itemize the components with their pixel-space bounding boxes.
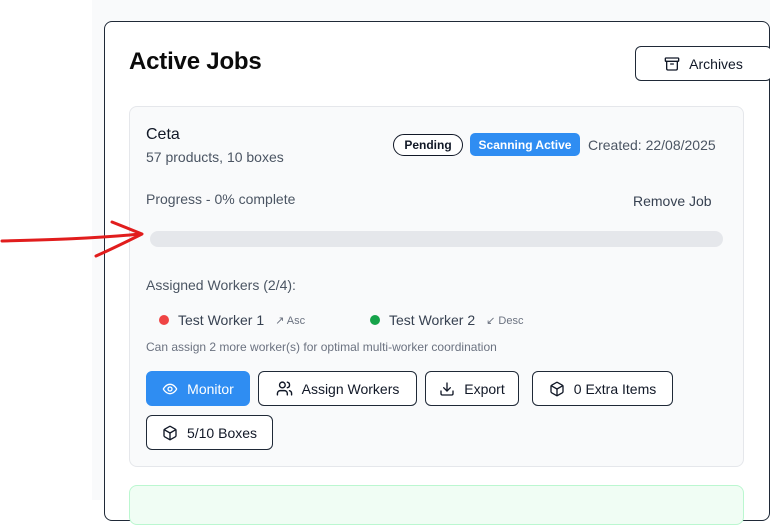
boxes-button-label: 5/10 Boxes xyxy=(186,424,258,441)
worker-status-dot xyxy=(370,315,380,325)
assigned-workers-label: Assigned Workers (2/4): xyxy=(146,277,296,293)
job-summary: 57 products, 10 boxes xyxy=(146,149,284,165)
export-button-label: Export xyxy=(464,380,505,397)
archives-button-label: Archives xyxy=(689,55,743,72)
archives-button[interactable]: Archives xyxy=(635,46,770,81)
progress-bar xyxy=(150,231,723,247)
next-job-card xyxy=(129,485,744,525)
archive-icon xyxy=(664,56,680,72)
worker-item: Test Worker 1 ↗ Asc xyxy=(159,310,305,330)
export-button[interactable]: Export xyxy=(425,371,519,406)
worker-direction: ↗ Asc xyxy=(275,314,306,327)
red-arrow-annotation xyxy=(0,220,144,258)
extra-items-button[interactable]: 0 Extra Items xyxy=(532,371,673,406)
worker-name: Test Worker 1 xyxy=(178,312,265,328)
created-date: Created: 22/08/2025 xyxy=(588,137,716,153)
package-icon xyxy=(549,381,565,397)
eye-icon xyxy=(162,381,178,397)
users-icon xyxy=(276,380,293,397)
package-icon xyxy=(162,425,178,441)
progress-label: Progress - 0% complete xyxy=(146,191,296,207)
page-title: Active Jobs xyxy=(129,48,262,75)
worker-direction: ↙ Desc xyxy=(486,314,524,327)
monitor-button[interactable]: Monitor xyxy=(146,371,250,406)
assignment-hint: Can assign 2 more worker(s) for optimal … xyxy=(146,340,497,354)
scanning-badge: Scanning Active xyxy=(470,133,580,156)
extra-items-label: 0 Extra Items xyxy=(573,380,657,397)
worker-status-dot xyxy=(159,315,169,325)
job-name: Ceta xyxy=(146,126,180,143)
worker-item: Test Worker 2 ↙ Desc xyxy=(370,310,523,330)
monitor-button-label: Monitor xyxy=(187,380,234,397)
assign-workers-button[interactable]: Assign Workers xyxy=(258,371,417,406)
boxes-button[interactable]: 5/10 Boxes xyxy=(146,415,273,450)
status-badge: Pending xyxy=(393,134,463,156)
download-icon xyxy=(439,381,455,397)
remove-job-button[interactable]: Remove Job xyxy=(633,193,712,209)
worker-name: Test Worker 2 xyxy=(389,312,476,328)
assign-workers-label: Assign Workers xyxy=(301,380,400,397)
